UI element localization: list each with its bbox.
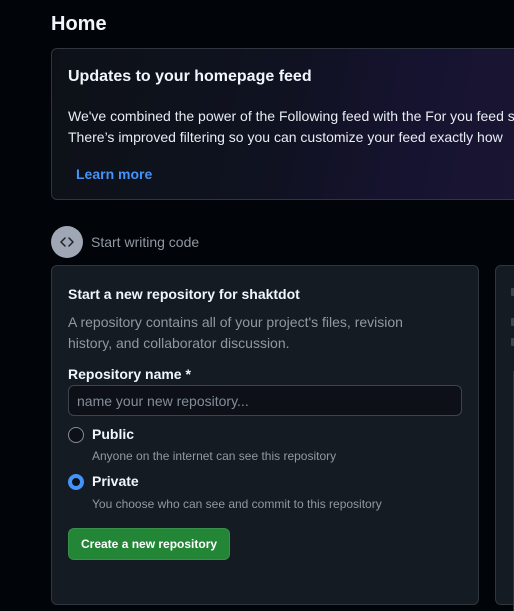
new-repository-title: Start a new repository for shaktdot: [68, 286, 300, 302]
section-label: Start writing code: [91, 234, 200, 250]
public-radio-hint: Anyone on the internet can see this repo…: [92, 449, 337, 463]
feed-update-banner: Updates to your homepage feed We've comb…: [51, 48, 514, 200]
new-repository-card: Start a new repository for shaktdot A re…: [51, 265, 479, 605]
private-radio-hint: You choose who can see and commit to thi…: [92, 497, 382, 511]
public-radio-label[interactable]: Public: [92, 426, 134, 442]
banner-text-line-1: We've combined the power of the Followin…: [68, 108, 514, 124]
banner-title: Updates to your homepage feed: [68, 68, 312, 85]
banner-text-line-2: There’s improved filtering so you can cu…: [68, 129, 503, 145]
private-radio[interactable]: [68, 474, 84, 490]
create-repository-button[interactable]: Create a new repository: [68, 528, 231, 560]
public-radio[interactable]: [68, 427, 84, 443]
page-title: Home: [51, 13, 107, 35]
new-repository-description: A repository contains all of your projec…: [68, 314, 403, 351]
repository-name-input[interactable]: [68, 385, 462, 416]
code-icon-glyph: [60, 237, 74, 247]
code-icon: [51, 226, 83, 258]
adjacent-card: [495, 265, 514, 611]
repository-name-label: Repository name *: [68, 366, 191, 382]
private-radio-label[interactable]: Private: [92, 473, 139, 489]
learn-more-link[interactable]: Learn more: [76, 166, 152, 182]
